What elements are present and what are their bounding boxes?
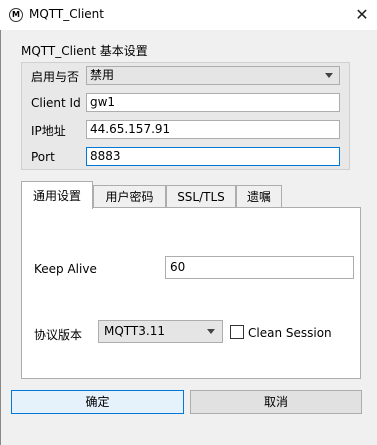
general-tab-panel: Keep Alive 60 协议版本 MQTT3.11 Clean Sessio… bbox=[21, 207, 361, 379]
tab-will[interactable]: 遗嘱 bbox=[236, 185, 282, 208]
chevron-down-icon bbox=[207, 329, 215, 334]
enable-select-value: 禁用 bbox=[90, 68, 115, 82]
keep-alive-label: Keep Alive bbox=[34, 262, 97, 276]
title-bar: M MQTT_Client ✕ bbox=[0, 0, 377, 30]
ip-input[interactable]: 44.65.157.91 bbox=[86, 120, 340, 139]
clean-session-checkbox[interactable] bbox=[230, 325, 244, 339]
client-id-input[interactable]: gw1 bbox=[86, 93, 340, 112]
tab-ssl-tls[interactable]: SSL/TLS bbox=[166, 185, 236, 208]
port-input[interactable]: 8883 bbox=[86, 147, 340, 166]
port-label: Port bbox=[31, 150, 55, 164]
close-icon[interactable]: ✕ bbox=[347, 0, 377, 30]
app-icon: M bbox=[9, 8, 23, 22]
window-title: MQTT_Client bbox=[29, 7, 104, 21]
protocol-version-value: MQTT3.11 bbox=[104, 324, 165, 338]
protocol-version-select[interactable]: MQTT3.11 bbox=[98, 320, 223, 343]
group-title: MQTT_Client 基本设置 bbox=[21, 44, 148, 58]
cancel-button[interactable]: 取消 bbox=[190, 390, 362, 414]
clean-session-label[interactable]: Clean Session bbox=[248, 326, 332, 340]
enable-select[interactable]: 禁用 bbox=[86, 66, 340, 85]
window-edge bbox=[0, 30, 1, 445]
tab-general[interactable]: 通用设置 bbox=[21, 181, 93, 209]
keep-alive-input[interactable]: 60 bbox=[165, 256, 354, 279]
protocol-version-label: 协议版本 bbox=[34, 328, 83, 342]
ip-label: IP地址 bbox=[31, 124, 66, 138]
enable-label: 启用与否 bbox=[31, 70, 80, 84]
tab-user-password[interactable]: 用户密码 bbox=[93, 185, 166, 208]
client-id-label: Client Id bbox=[31, 96, 81, 110]
chevron-down-icon bbox=[325, 73, 333, 78]
ok-button[interactable]: 确定 bbox=[11, 390, 184, 414]
